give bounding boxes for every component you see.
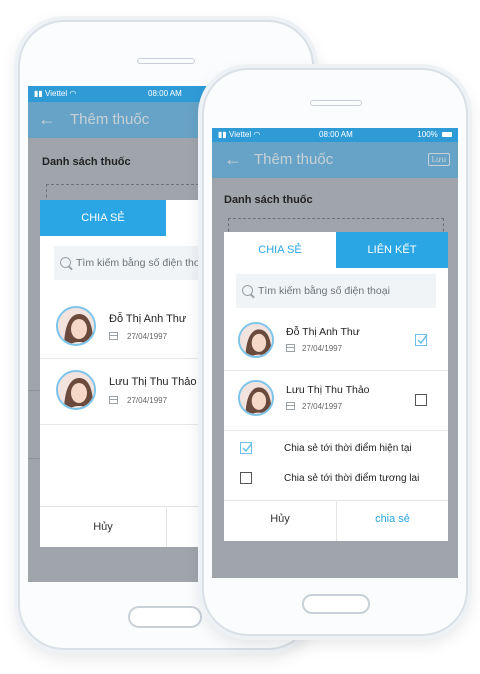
tab-share[interactable]: CHIA SẺ (224, 232, 336, 268)
list-title: Danh sách thuốc (42, 156, 131, 168)
contact-checkbox[interactable] (415, 394, 427, 406)
calendar-icon (286, 402, 295, 410)
contact-dob: 27/04/1997 (127, 396, 168, 405)
list-title: Danh sách thuốc (224, 194, 313, 206)
contact-name: Đỗ Thị Anh Thư (286, 326, 360, 338)
contact-name: Lưu Thị Thu Thảo (109, 376, 197, 388)
app-bar: ← Thêm thuốc Lưu (212, 142, 458, 178)
contact-name: Lưu Thị Thu Thảo (286, 384, 370, 396)
home-button[interactable] (302, 594, 370, 614)
contact-row[interactable]: Lưu Thị Thu Thảo 27/04/1997 (224, 370, 448, 431)
search-placeholder: Tìm kiếm bằng số điện thoại (258, 285, 390, 297)
avatar (238, 322, 274, 358)
status-bar: ▮▮ Viettel ◠ 08:00 AM 100% (212, 128, 458, 142)
avatar-photo-icon (240, 382, 272, 414)
contact-name: Đỗ Thị Anh Thư (109, 313, 187, 325)
avatar (56, 306, 96, 346)
front-phone: ▮▮ Viettel ◠ 08:00 AM 100% ← Thêm thuốc … (202, 68, 468, 636)
option-checkbox[interactable] (240, 442, 253, 454)
front-phone-speaker (310, 100, 362, 106)
share-button[interactable]: chia sẻ (337, 501, 448, 537)
calendar-icon (109, 332, 118, 340)
page-title: Thêm thuốc (70, 111, 150, 128)
back-phone-speaker (137, 58, 195, 64)
signal-icon: ▮▮ (218, 130, 227, 139)
tab-share[interactable]: CHIA SẺ (40, 200, 166, 236)
option-label: Chia sẻ tới thời điểm hiện tại (284, 443, 412, 454)
contact-row[interactable]: Đỗ Thị Anh Thư 27/04/1997 (224, 312, 448, 371)
status-time: 08:00 AM (319, 130, 353, 139)
check-icon (242, 442, 253, 453)
page-title: Thêm thuốc (254, 151, 334, 168)
save-button[interactable]: Lưu (427, 153, 450, 166)
share-dialog: CHIA SẺ LIÊN KẾT Tìm kiếm bằng số điện t… (224, 232, 448, 541)
back-arrow-icon[interactable]: ← (224, 149, 242, 170)
calendar-icon (286, 344, 295, 352)
check-icon (417, 334, 428, 345)
status-time: 08:00 AM (148, 89, 182, 98)
carrier-label: ▮▮ Viettel ◠ (218, 130, 260, 139)
search-icon (242, 285, 253, 296)
back-phone-side-button (18, 172, 20, 198)
footer-divider (166, 507, 167, 547)
signal-icon: ▮▮ (34, 89, 43, 98)
contact-checkbox[interactable] (415, 334, 428, 346)
battery-text: 100% (417, 130, 438, 139)
avatar-photo-icon (240, 324, 272, 356)
search-icon (60, 257, 71, 268)
search-field[interactable]: Tìm kiếm bằng số điện thoại (236, 274, 436, 308)
home-button[interactable] (128, 606, 202, 628)
front-phone-side-button (466, 200, 468, 226)
dialog-footer: Hủy chia sẻ (224, 500, 448, 541)
avatar-photo-icon (58, 308, 94, 344)
cancel-button[interactable]: Hủy (40, 507, 166, 543)
avatar (56, 370, 96, 410)
option-label: Chia sẻ tới thời điểm tương lai (284, 473, 420, 484)
cancel-button[interactable]: Hủy (224, 501, 336, 537)
calendar-icon (109, 396, 118, 404)
back-arrow-icon[interactable]: ← (38, 109, 56, 130)
wifi-icon: ◠ (69, 89, 77, 98)
contact-dob: 27/04/1997 (127, 332, 168, 341)
carrier-text: Viettel (229, 130, 252, 139)
search-placeholder: Tìm kiếm bằng số điện thoại (76, 257, 208, 269)
option-checkbox[interactable] (240, 472, 252, 484)
tab-link[interactable]: LIÊN KẾT (336, 232, 448, 268)
battery-status: 100% (417, 130, 452, 139)
carrier-label: ▮▮ Viettel ◠ (34, 89, 76, 98)
battery-icon (442, 132, 452, 137)
contact-dob: 27/04/1997 (302, 344, 343, 353)
contact-dob: 27/04/1997 (302, 402, 343, 411)
front-phone-screen: ▮▮ Viettel ◠ 08:00 AM 100% ← Thêm thuốc … (212, 128, 458, 578)
carrier-text: Viettel (45, 89, 68, 98)
avatar (238, 380, 274, 416)
avatar-photo-icon (58, 372, 94, 408)
wifi-icon: ◠ (253, 130, 261, 139)
